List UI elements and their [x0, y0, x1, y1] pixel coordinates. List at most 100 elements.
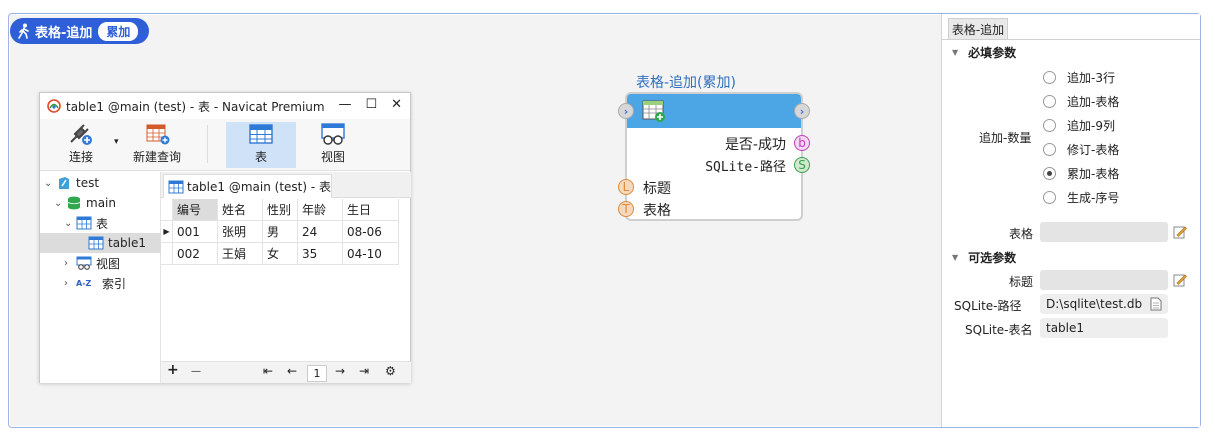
output-port-b[interactable]: b: [794, 135, 810, 151]
new-query-icon: [146, 124, 170, 145]
walking-person-icon: [18, 23, 29, 39]
sqlite-path-value: D:\sqlite\test.db: [1046, 297, 1143, 311]
close-button[interactable]: ✕: [391, 97, 402, 112]
table-cell[interactable]: 王娟: [218, 243, 263, 265]
table-row[interactable]: ▶ 001 张明 男 24 08-06: [161, 221, 399, 243]
optional-section-title: 可选参数: [968, 251, 1017, 265]
required-section-header[interactable]: ▼ 必填参数: [952, 44, 1016, 61]
table-toolbar-button[interactable]: 表: [226, 122, 296, 168]
table-cell[interactable]: 24: [298, 221, 343, 243]
last-page-button[interactable]: ⇥: [359, 364, 369, 378]
table-icon: [168, 180, 184, 193]
settings-gear-icon[interactable]: ⚙: [385, 364, 396, 378]
column-header[interactable]: 编号: [173, 199, 218, 221]
edit-icon[interactable]: [1173, 273, 1187, 287]
mode-badge[interactable]: 累加: [98, 21, 139, 41]
file-icon[interactable]: [1150, 297, 1162, 311]
table-cell[interactable]: 04-10: [343, 243, 399, 265]
tree-item-table1[interactable]: table1: [40, 233, 161, 253]
radio-button[interactable]: [1043, 95, 1056, 108]
radio-label: 修订-表格: [1067, 143, 1120, 157]
sqlite-path-field[interactable]: D:\sqlite\test.db: [1040, 294, 1168, 314]
title-field[interactable]: [1040, 270, 1168, 290]
tab-divider: [942, 39, 1200, 40]
table-cell[interactable]: 08-06: [343, 221, 399, 243]
radio-option[interactable]: 生成-序号: [1043, 189, 1119, 206]
tab-table1[interactable]: table1 @main (test) - 表: [163, 174, 332, 198]
radio-label: 追加-表格: [1067, 95, 1120, 109]
table-cell[interactable]: 张明: [218, 221, 263, 243]
tab-properties[interactable]: 表格-追加: [948, 18, 1008, 40]
tree-item-indexes[interactable]: › A-Z 索引: [64, 273, 126, 293]
collapse-triangle-icon[interactable]: ▼: [952, 48, 958, 57]
sqlite-connection-icon: [59, 177, 69, 189]
view-icon: [321, 123, 345, 145]
minimize-button[interactable]: —: [338, 97, 351, 112]
new-query-label: 新建查询: [132, 150, 181, 164]
radio-option[interactable]: 追加-表格: [1043, 93, 1119, 110]
input-port-l[interactable]: L: [618, 179, 634, 195]
connect-button[interactable]: 连接: [58, 122, 104, 168]
add-record-button[interactable]: +: [167, 362, 179, 378]
sqlite-path-label: SQLite-路径: [954, 299, 1022, 313]
collapse-triangle-icon[interactable]: ▼: [952, 253, 958, 262]
maximize-button[interactable]: ☐: [365, 97, 377, 112]
radio-option[interactable]: 追加-3行: [1043, 69, 1115, 86]
navicat-titlebar[interactable]: table1 @main (test) - 表 - Navicat Premiu…: [40, 93, 410, 119]
flow-title-pill[interactable]: 表格-追加 累加: [10, 18, 149, 44]
column-header[interactable]: 年龄: [298, 199, 343, 221]
column-header[interactable]: 性别: [263, 199, 298, 221]
radio-option-selected[interactable]: 累加-表格: [1043, 165, 1119, 182]
radio-button[interactable]: [1043, 191, 1056, 204]
table-cell[interactable]: 男: [263, 221, 298, 243]
radio-button[interactable]: [1043, 143, 1056, 156]
output-port-s[interactable]: S: [794, 157, 810, 173]
tree-item-main[interactable]: ⌄ main: [54, 193, 116, 213]
column-header[interactable]: 生日: [343, 199, 399, 221]
radio-button-checked[interactable]: [1043, 167, 1056, 180]
collapsed-arrow-icon[interactable]: ›: [64, 258, 76, 269]
tree-item-test[interactable]: ⌄ test: [44, 173, 99, 193]
table-cell[interactable]: 35: [298, 243, 343, 265]
page-number-input[interactable]: 1: [307, 365, 327, 382]
table-cell[interactable]: 001: [173, 221, 218, 243]
flow-out-port-icon[interactable]: ›: [794, 103, 810, 119]
table-cell[interactable]: 002: [173, 243, 218, 265]
prev-page-button[interactable]: ←: [287, 364, 297, 378]
table-cell[interactable]: 女: [263, 243, 298, 265]
node-title: 表格-追加(累加): [636, 75, 736, 91]
expand-arrow-icon[interactable]: ⌄: [64, 218, 76, 229]
next-page-button[interactable]: →: [335, 364, 345, 378]
column-header[interactable]: 姓名: [218, 199, 263, 221]
radio-option[interactable]: 修订-表格: [1043, 141, 1119, 158]
expand-arrow-icon[interactable]: ⌄: [54, 198, 66, 209]
table-field[interactable]: [1040, 222, 1168, 242]
table-row[interactable]: 002 王娟 女 35 04-10: [161, 243, 399, 265]
radio-button[interactable]: [1043, 71, 1056, 84]
flow-in-port-icon[interactable]: ›: [618, 103, 634, 119]
radio-option[interactable]: 追加-9列: [1043, 117, 1115, 134]
radio-label: 追加-3行: [1067, 71, 1115, 85]
delete-record-button[interactable]: —: [191, 366, 201, 377]
sqlite-table-field[interactable]: table1: [1040, 318, 1168, 338]
tree-item-views[interactable]: › 视图: [64, 253, 120, 273]
collapsed-arrow-icon[interactable]: ›: [64, 278, 76, 289]
table-append-node[interactable]: › › 是否-成功 b SQLite-路径 S L 标题 T 表格: [618, 92, 810, 221]
view-toolbar-button[interactable]: 视图: [310, 122, 356, 168]
tab-label: table1 @main (test) - 表: [187, 180, 332, 194]
navicat-window: table1 @main (test) - 表 - Navicat Premiu…: [39, 92, 411, 383]
first-page-button[interactable]: ⇤: [263, 364, 273, 378]
connect-dropdown-caret-icon[interactable]: ▾: [114, 137, 119, 147]
edit-icon[interactable]: [1173, 225, 1187, 239]
navicat-window-title: table1 @main (test) - 表 - Navicat Premiu…: [66, 99, 325, 114]
object-tree: ⌄ test ⌄ main ⌄ 表 table1 › 视图 › A-Z 索引: [40, 172, 161, 383]
tree-item-label: main: [86, 196, 116, 210]
new-query-button[interactable]: 新建查询: [128, 122, 186, 168]
input-port-t[interactable]: T: [618, 201, 634, 217]
tree-item-tables[interactable]: ⌄ 表: [64, 213, 108, 233]
expand-arrow-icon[interactable]: ⌄: [44, 178, 56, 189]
table-field-label: 表格: [1009, 227, 1034, 241]
optional-section-header[interactable]: ▼ 可选参数: [952, 249, 1016, 266]
navicat-logo-icon: [47, 99, 61, 113]
radio-button[interactable]: [1043, 119, 1056, 132]
